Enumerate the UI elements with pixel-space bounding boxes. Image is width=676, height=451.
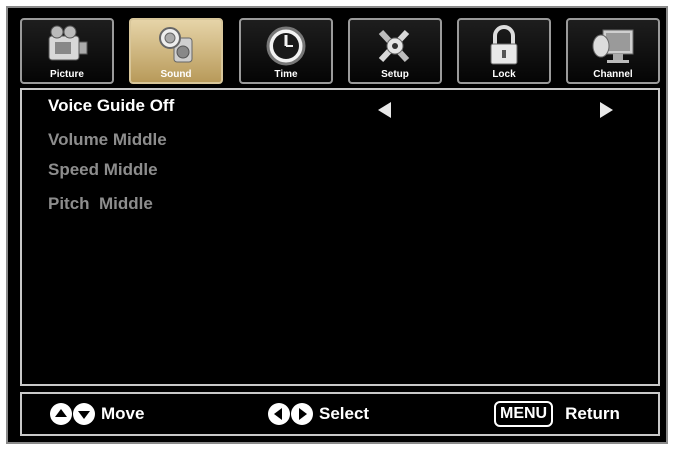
return-label: Return [565, 404, 620, 423]
tv-osd-screen: Picture Sound Time Setup Lock Channel Vo… [6, 6, 668, 444]
camcorder-icon [48, 25, 88, 61]
tab-sound[interactable]: Sound [129, 18, 223, 84]
tab-label: Channel [593, 69, 633, 80]
decrease-arrow-icon[interactable] [378, 102, 391, 118]
padlock-icon [490, 25, 518, 65]
tab-label: Lock [492, 69, 516, 80]
tab-time[interactable]: Time [239, 18, 333, 84]
menu-key-icon: MENU [494, 401, 554, 427]
volume-item[interactable]: Volume Middle [48, 130, 167, 150]
tab-bar: Picture Sound Time Setup Lock Channel [20, 18, 660, 86]
select-label: Select [319, 404, 370, 423]
right-button-icon [291, 403, 313, 425]
voice-guide-item[interactable]: Voice Guide Off [48, 96, 174, 116]
left-button-icon [268, 403, 290, 425]
select-hint: Select [268, 394, 369, 434]
tab-setup[interactable]: Setup [348, 18, 442, 84]
down-button-icon [73, 403, 95, 425]
return-hint: MENU Return [494, 394, 620, 434]
tab-label: Time [274, 69, 298, 80]
increase-arrow-icon[interactable] [600, 102, 613, 118]
tab-channel[interactable]: Channel [566, 18, 660, 84]
move-hint: Move [50, 394, 144, 434]
tv-satellite-icon [592, 29, 634, 63]
tab-picture[interactable]: Picture [20, 18, 114, 84]
tools-icon [378, 29, 410, 63]
tab-label: Setup [381, 69, 409, 80]
speaker-icon [159, 27, 193, 63]
tab-label: Picture [50, 69, 84, 80]
tab-label: Sound [160, 69, 192, 80]
help-bar: Move Select MENU Return [20, 392, 660, 436]
tab-lock[interactable]: Lock [457, 18, 551, 84]
clock-icon [266, 26, 306, 66]
move-label: Move [101, 404, 145, 423]
up-button-icon [50, 403, 72, 425]
speed-item[interactable]: Speed Middle [48, 160, 158, 180]
sound-menu-panel: Voice Guide Off Volume Middle Speed Midd… [20, 88, 660, 386]
pitch-item[interactable]: Pitch Middle [48, 194, 153, 214]
